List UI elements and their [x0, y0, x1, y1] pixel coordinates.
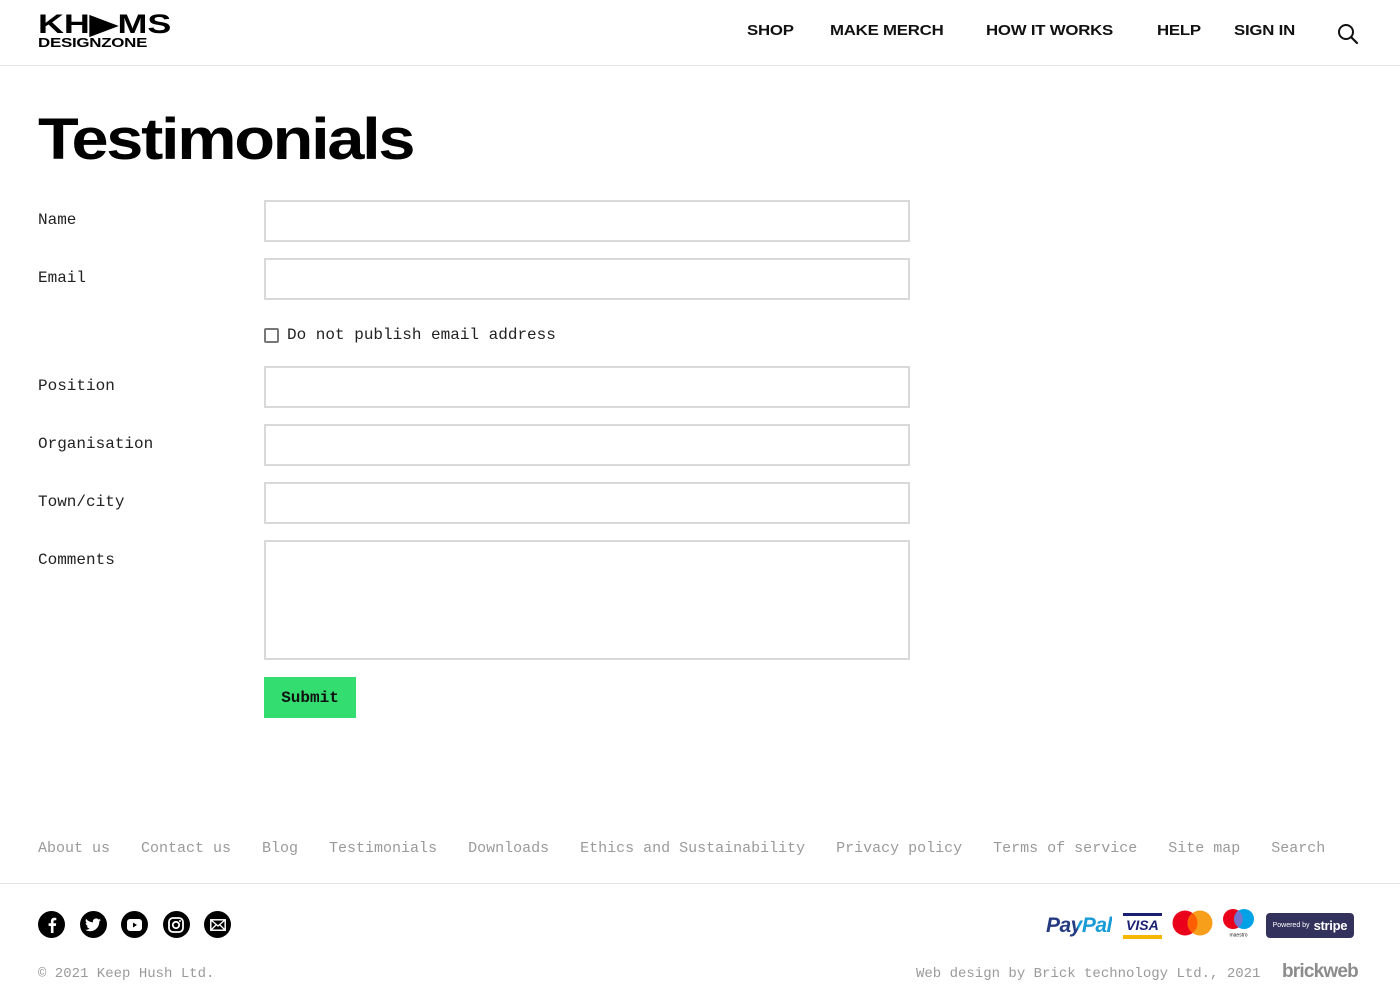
paypal-logo: PayPal: [1046, 914, 1112, 938]
comments-label: Comments: [38, 551, 115, 569]
visa-text: VISA: [1126, 916, 1159, 933]
footer-link-testimonials[interactable]: Testimonials: [329, 840, 437, 857]
nav-make-merch[interactable]: MAKE MERCH: [830, 22, 974, 39]
name-label: Name: [38, 211, 77, 229]
paypal-text: PayPal: [1046, 913, 1112, 937]
footer-link-about-us[interactable]: About us: [38, 840, 110, 857]
twitter-icon[interactable]: [79, 911, 107, 938]
nav-shop[interactable]: SHOP: [747, 22, 810, 39]
email-label: Email: [38, 269, 87, 287]
page-title: Testimonials: [38, 107, 415, 172]
nav-how-it-works[interactable]: HOW IT WORKS: [986, 22, 1147, 39]
submit-button[interactable]: Submit: [264, 677, 356, 718]
email-icon[interactable]: [204, 911, 231, 938]
visa-bottom-stripe: [1122, 934, 1162, 939]
position-label: Position: [38, 377, 115, 395]
organisation-input[interactable]: [264, 424, 910, 466]
facebook-icon[interactable]: [38, 911, 65, 938]
email-input[interactable]: [264, 258, 910, 300]
hide-email-label: Do not publish email address: [287, 326, 556, 344]
maestro-logo: maestro: [1222, 908, 1255, 943]
main-nav: SHOP MAKE MERCH HOW IT WORKS HELP SIGN I…: [747, 22, 1331, 39]
footer-link-search[interactable]: Search: [1271, 840, 1325, 857]
stripe-text: stripe: [1313, 918, 1348, 933]
stripe-badge: Powered by stripe: [1265, 913, 1354, 938]
footer-link-blog[interactable]: Blog: [262, 840, 298, 857]
site-logo[interactable]: KH▶MS DESIGNZONE: [38, 9, 184, 50]
footer-link-ethics[interactable]: Ethics and Sustainability: [580, 840, 805, 857]
footer-links: About us Contact us Blog Testimonials Do…: [38, 840, 1356, 857]
footer-link-privacy[interactable]: Privacy policy: [836, 840, 962, 857]
logo-line-1: KH▶MS: [38, 9, 172, 39]
brickweb-logo[interactable]: brickweb: [1282, 961, 1359, 983]
payment-methods: PayPal VISA maestro Powered by stripe: [1046, 908, 1354, 943]
town-city-input[interactable]: [264, 482, 910, 524]
footer-link-contact-us[interactable]: Contact us: [141, 840, 231, 857]
stripe-prefix: Powered by: [1272, 922, 1310, 929]
svg-text:maestro: maestro: [1229, 933, 1247, 939]
name-input[interactable]: [264, 200, 910, 242]
visa-logo: VISA: [1122, 912, 1162, 939]
comments-textarea[interactable]: [264, 540, 910, 660]
logo-line-2: DESIGNZONE: [38, 35, 148, 50]
footer-divider: [0, 883, 1400, 884]
social-links: [38, 911, 246, 938]
nav-sign-in[interactable]: SIGN IN: [1234, 22, 1312, 39]
hide-email-option[interactable]: Do not publish email address: [264, 326, 556, 344]
position-input[interactable]: [264, 366, 910, 408]
site-header: KH▶MS DESIGNZONE SHOP MAKE MERCH HOW IT …: [0, 0, 1400, 66]
organisation-label: Organisation: [38, 435, 154, 453]
footer-link-terms[interactable]: Terms of service: [993, 840, 1137, 857]
copyright: © 2021 Keep Hush Ltd.: [38, 966, 215, 982]
nav-help[interactable]: HELP: [1157, 22, 1213, 39]
web-design-credit[interactable]: Web design by Brick technology Ltd., 202…: [916, 966, 1260, 982]
youtube-icon[interactable]: [121, 911, 148, 938]
instagram-icon[interactable]: [162, 911, 190, 938]
town-city-label: Town/city: [38, 493, 125, 511]
search-icon[interactable]: [1337, 23, 1359, 45]
hide-email-checkbox[interactable]: [264, 327, 279, 343]
footer-link-site-map[interactable]: Site map: [1168, 840, 1240, 857]
mastercard-logo: [1172, 910, 1213, 941]
footer-link-downloads[interactable]: Downloads: [468, 840, 549, 857]
